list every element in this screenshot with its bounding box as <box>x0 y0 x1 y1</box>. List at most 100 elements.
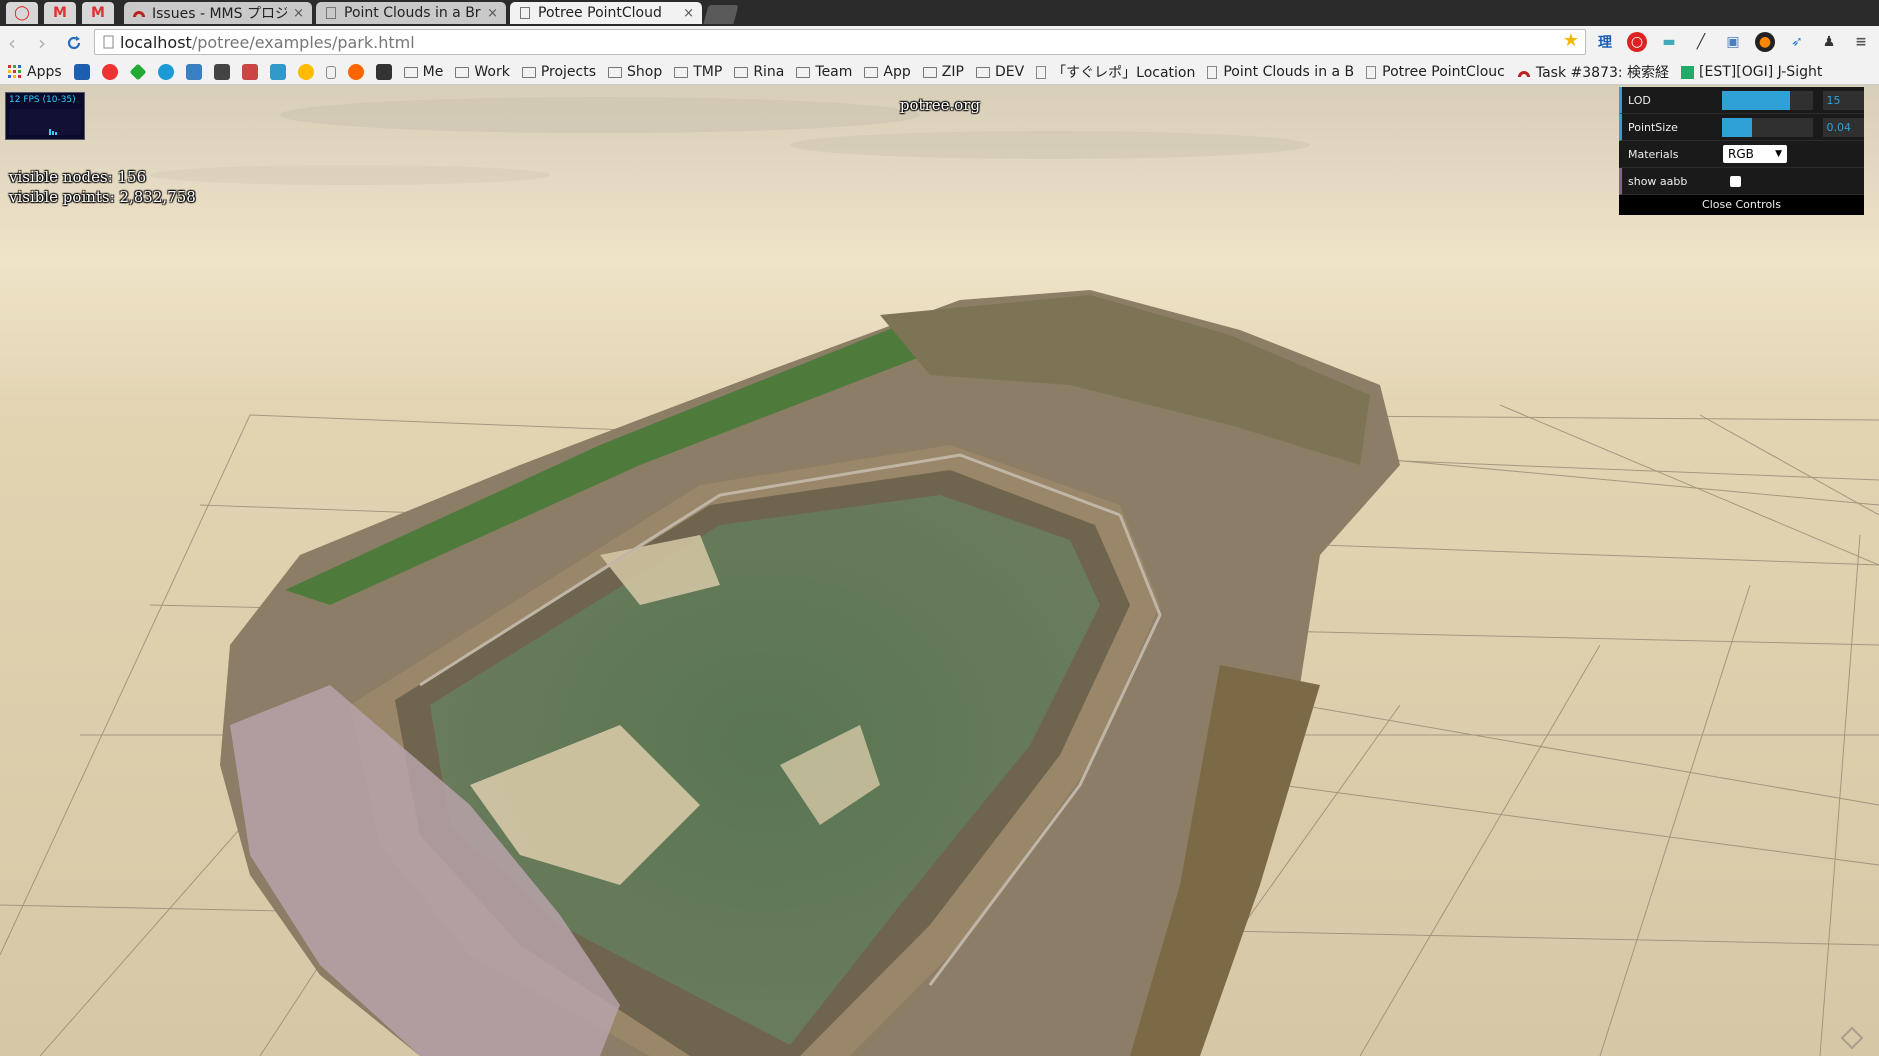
bookmark-folder-rina[interactable]: Rina <box>734 64 784 80</box>
new-tab-button[interactable] <box>703 5 739 24</box>
back-icon[interactable]: ‹ <box>8 31 16 55</box>
stats-overlay: visible nodes: 156 visible points: 2,832… <box>9 167 196 207</box>
bookmark-folder-team[interactable]: Team <box>796 64 852 80</box>
bookmark-label: ZIP <box>941 64 964 80</box>
fps-label: 12 FPS (10-35) <box>9 95 76 105</box>
pointsize-slider[interactable] <box>1721 117 1813 137</box>
cloud-streak <box>150 165 550 185</box>
clipboard-icon[interactable] <box>213 64 230 80</box>
forward-icon[interactable]: › <box>38 31 46 55</box>
bookmark-folder-projects[interactable]: Projects <box>521 64 596 80</box>
eyedropper-icon[interactable]: ╱ <box>1691 32 1711 52</box>
point-cloud-scene[interactable] <box>0 85 1879 1056</box>
gmail-icon: M <box>53 5 67 21</box>
tab-point-clouds[interactable]: Point Clouds in a Brow × <box>316 2 506 24</box>
materials-label: Materials <box>1628 147 1679 161</box>
potree-viewport[interactable]: 12 FPS (10-35) visible nodes: 156 visibl… <box>0 85 1879 1056</box>
lod-control: LOD 15 <box>1619 87 1864 114</box>
image-icon[interactable] <box>241 64 258 80</box>
chat-icon[interactable]: ▬ <box>1659 32 1679 52</box>
pinned-tab-2[interactable]: M <box>44 2 76 24</box>
bookmark-apps[interactable]: Apps <box>8 64 62 80</box>
figure-icon[interactable] <box>375 64 392 80</box>
redmine-icon <box>1517 71 1530 77</box>
tab-potree[interactable]: Potree PointCloud × <box>510 2 702 24</box>
bookmark-label: [EST][OGI] J-Sight <box>1699 64 1823 80</box>
h-icon[interactable] <box>347 64 364 80</box>
bookmark-label: Me <box>422 64 444 80</box>
bird-icon[interactable]: ➶ <box>1787 32 1807 52</box>
folder-icon <box>864 66 879 78</box>
bookmark-label: DEV <box>994 64 1025 80</box>
lod-value[interactable]: 15 <box>1822 90 1864 110</box>
person-icon[interactable]: ♟ <box>1819 32 1839 52</box>
potree-link[interactable]: potree.org <box>880 96 1000 114</box>
q2-icon[interactable] <box>101 64 118 80</box>
star-icon[interactable]: ★ <box>1563 30 1579 51</box>
bookmark-label: TMP <box>693 64 723 80</box>
bookmark-link-jsight[interactable]: [EST][OGI] J-Sight <box>1681 64 1822 80</box>
bookmark-folder-shop[interactable]: Shop <box>608 64 662 80</box>
rikaikun-icon[interactable]: 理 <box>1595 32 1615 52</box>
toolbar: ‹ › localhost/potree/examples/park.html … <box>0 26 1879 60</box>
tab-title: Potree PointCloud <box>538 5 662 21</box>
bookmark-folder-app[interactable]: App <box>864 64 911 80</box>
show-aabb-control: show aabb <box>1619 168 1864 195</box>
bookmark-label: 「すぐレポ」Location <box>1052 65 1196 81</box>
extensions: 理 ○ ▬ ╱ ▣ ● ➶ ♟ ≡ <box>1595 32 1871 52</box>
visible-points: visible points: 2,832,758 <box>9 188 196 206</box>
close-icon[interactable]: × <box>487 6 498 21</box>
pinned-tab-3[interactable]: M <box>82 2 114 24</box>
circle-c-icon[interactable] <box>157 64 174 80</box>
window-icon[interactable]: ▣ <box>1723 32 1743 52</box>
cloud-icon[interactable] <box>269 64 286 80</box>
bookmark-label: Task #3873: 検索経 <box>1535 65 1670 81</box>
folder-icon <box>608 66 623 78</box>
close-controls-button[interactable]: Close Controls <box>1619 195 1864 215</box>
bookmark-link-potree[interactable]: Potree PointClouc <box>1366 64 1505 80</box>
bookmark-folder-work[interactable]: Work <box>455 64 510 80</box>
bookmark-folder-me[interactable]: Me <box>403 64 444 80</box>
fps-graph <box>9 109 81 135</box>
bookmark-folder-dev[interactable]: DEV <box>975 64 1025 80</box>
color-picker-icon[interactable]: ● <box>1755 32 1775 52</box>
dsm-icon[interactable] <box>73 64 90 80</box>
lod-slider-fill <box>1721 90 1790 110</box>
pointsize-value[interactable]: 0.04 <box>1822 117 1864 137</box>
redmine-icon <box>133 11 145 17</box>
bookmark-label: Point Clouds in a B <box>1223 64 1355 80</box>
folder-icon <box>403 66 418 78</box>
sun-icon[interactable] <box>297 64 314 80</box>
diamond-icon[interactable] <box>129 63 147 81</box>
page-icon[interactable] <box>325 65 336 79</box>
show-aabb-checkbox[interactable] <box>1730 175 1741 187</box>
bookmarks-bar: Apps Me Work Projects Shop TMP Rina Team… <box>0 60 1879 85</box>
opera-icon: ◯ <box>14 5 30 21</box>
address-bar[interactable]: localhost/potree/examples/park.html ★ <box>94 29 1586 55</box>
bookmark-link-task[interactable]: Task #3873: 検索経 <box>1517 62 1669 82</box>
pointsize-slider-fill <box>1721 117 1752 137</box>
tab-issues[interactable]: Issues - MMS プロジェク × <box>124 2 312 24</box>
close-icon[interactable]: × <box>683 6 694 21</box>
materials-select[interactable]: RGB ▼ <box>1723 145 1787 163</box>
url-host: localhost <box>120 32 192 52</box>
pinned-tab-1[interactable]: ◯ <box>6 2 38 24</box>
bookmark-folder-tmp[interactable]: TMP <box>674 64 722 80</box>
page-icon <box>1207 65 1218 79</box>
bookmark-label: Work <box>474 64 510 80</box>
sheet-icon <box>1681 65 1695 79</box>
pointsize-label: PointSize <box>1628 120 1678 134</box>
close-icon[interactable]: × <box>293 6 304 21</box>
reload-icon[interactable] <box>65 34 83 52</box>
menu-icon[interactable]: ≡ <box>1851 32 1871 52</box>
lod-slider[interactable] <box>1721 90 1813 110</box>
bird-icon[interactable] <box>185 64 202 80</box>
bookmark-label: App <box>883 64 911 80</box>
tab-title: Point Clouds in a Brow <box>344 5 481 21</box>
opera-icon[interactable]: ○ <box>1627 32 1647 52</box>
folder-icon <box>922 66 937 78</box>
bookmark-folder-zip[interactable]: ZIP <box>922 64 964 80</box>
bookmark-link-location[interactable]: 「すぐレポ」Location <box>1036 62 1195 82</box>
bookmark-link-point-clouds[interactable]: Point Clouds in a B <box>1207 64 1354 80</box>
folder-icon <box>455 66 470 78</box>
